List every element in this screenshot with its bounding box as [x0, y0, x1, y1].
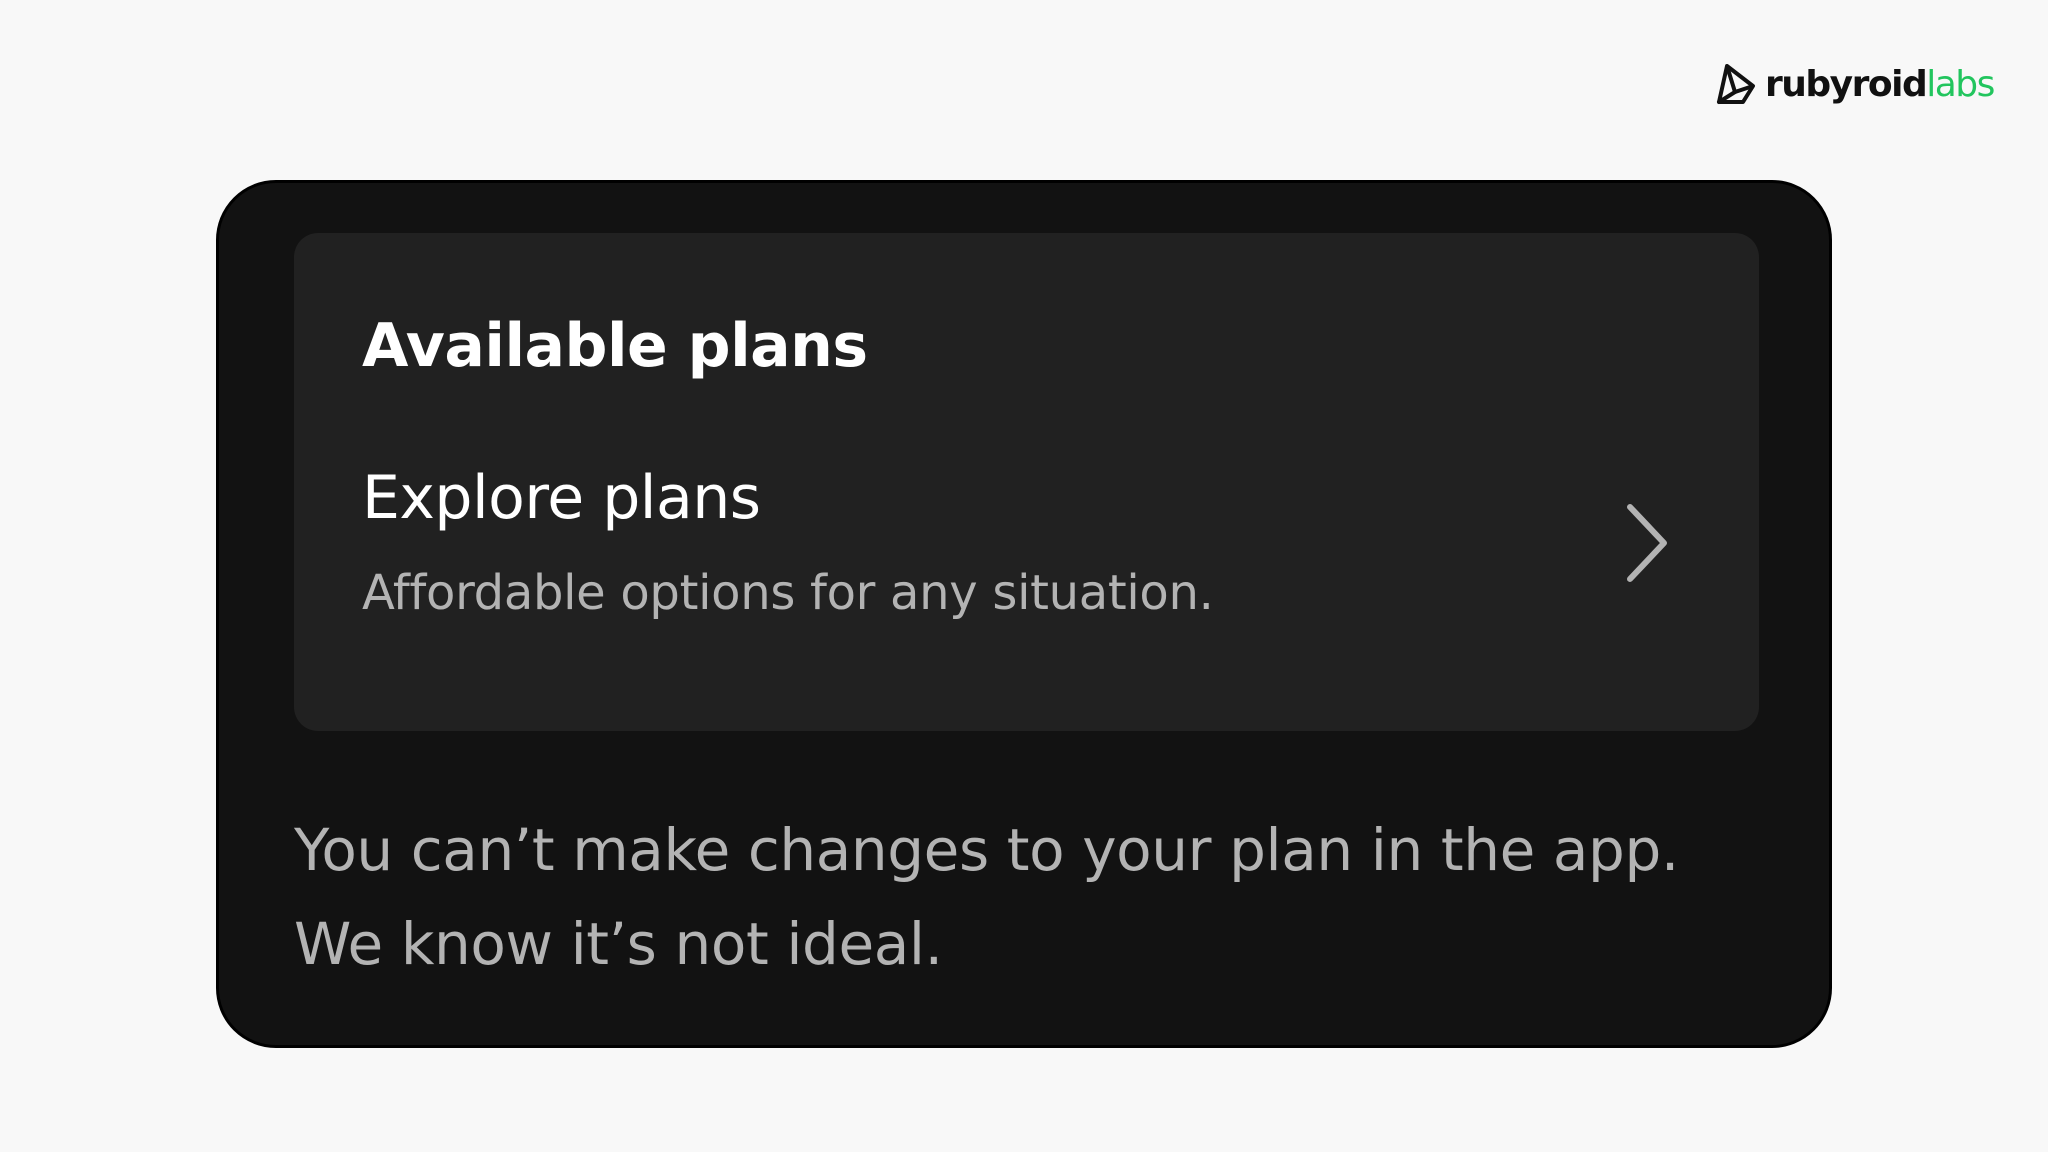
- page: rubyroid labs Available plans Explore pl…: [0, 0, 2048, 1152]
- explore-plans-row[interactable]: Explore plans Affordable options for any…: [294, 463, 1759, 643]
- notice-text: You can’t make changes to your plan in t…: [294, 803, 1774, 991]
- explore-plans-title: Explore plans: [362, 463, 761, 533]
- explore-plans-subtitle: Affordable options for any situation.: [362, 565, 1214, 621]
- logo-primary-text: rubyroid: [1765, 64, 1928, 105]
- notice-line-1: You can’t make changes to your plan in t…: [294, 816, 1679, 884]
- logo-wordmark: rubyroid labs: [1765, 64, 1995, 105]
- logo-accent-text: labs: [1926, 64, 1995, 105]
- card-title: Available plans: [362, 311, 868, 381]
- available-plans-card: Available plans Explore plans Affordable…: [294, 233, 1759, 731]
- brand-logo: rubyroid labs: [1713, 58, 1995, 112]
- rubyroid-logo-icon: [1717, 64, 1755, 104]
- phone-screen: Available plans Explore plans Affordable…: [216, 180, 1832, 1048]
- notice-line-2: We know it’s not ideal.: [294, 910, 943, 978]
- chevron-right-icon: [1627, 504, 1667, 582]
